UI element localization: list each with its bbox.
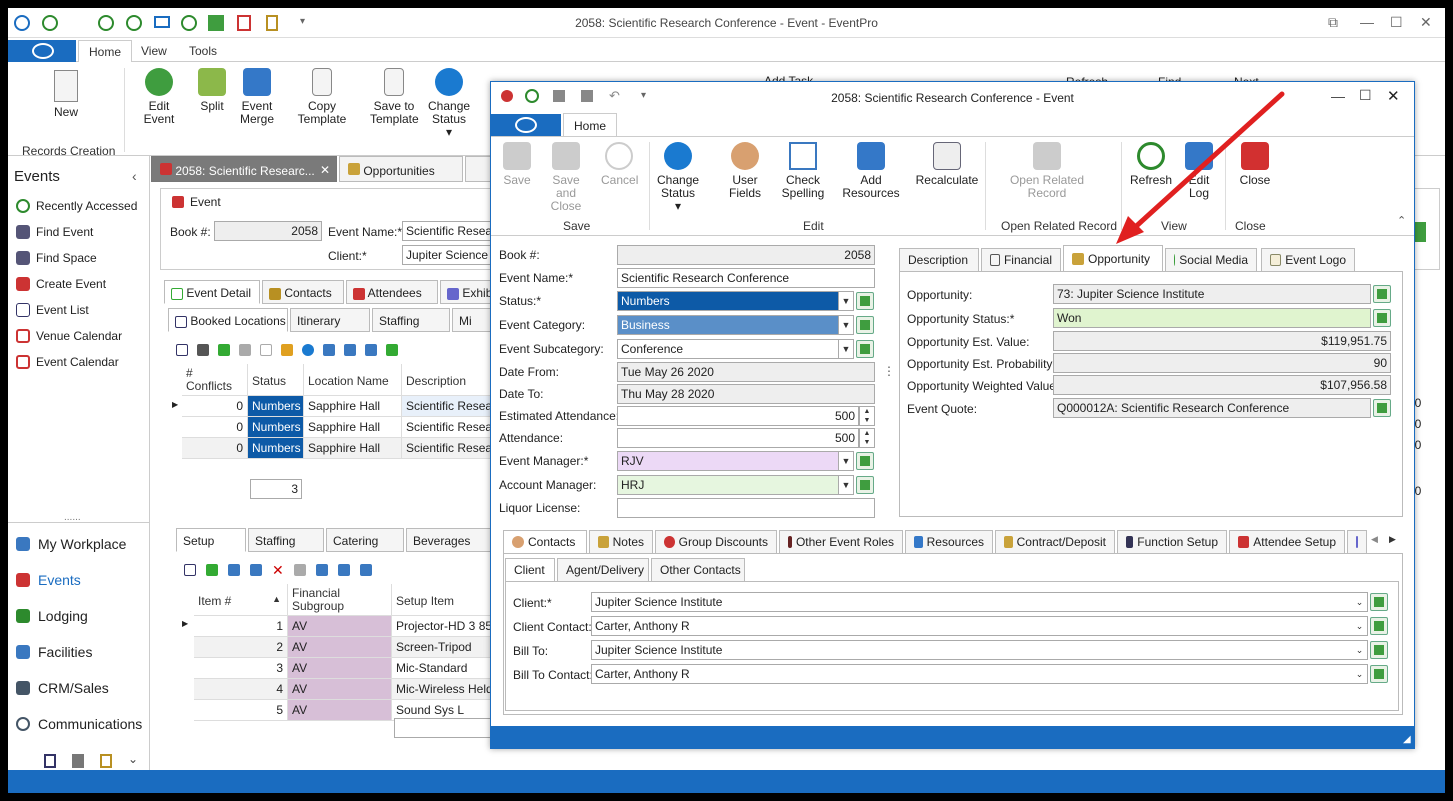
annotation-arrow (1116, 91, 1285, 244)
eventpro-window: ▾ 2058: Scientific Research Conference -… (8, 8, 1445, 793)
